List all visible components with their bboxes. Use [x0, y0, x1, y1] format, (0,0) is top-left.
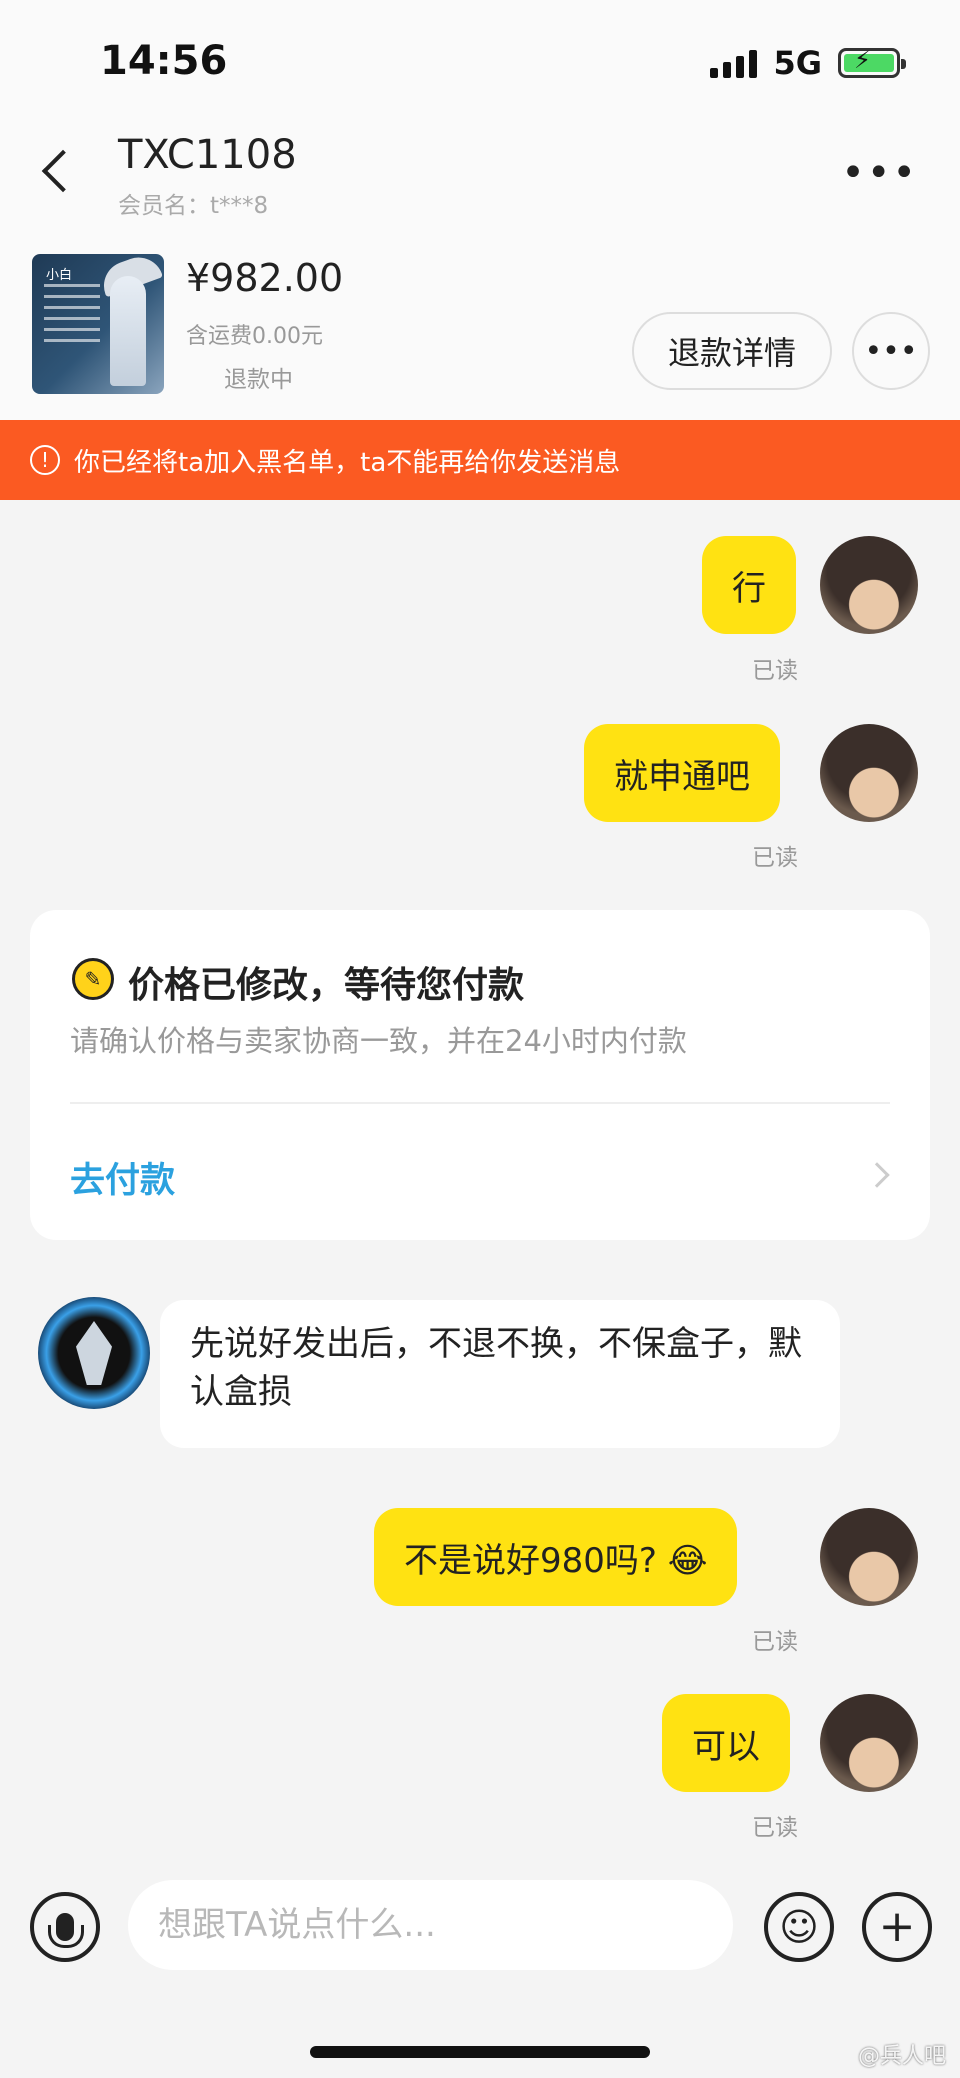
refund-details-button[interactable]: 退款详情 — [632, 312, 832, 390]
message-input[interactable] — [128, 1880, 733, 1970]
message-bubble-me[interactable]: 就申通吧 — [584, 724, 780, 822]
shipping-fee: 含运费0.00元 — [186, 324, 323, 349]
signal-icon — [710, 48, 758, 78]
price-changed-card: ✎ 价格已修改，等待您付款 请确认价格与卖家协商一致，并在24小时内付款 去付款 — [30, 910, 930, 1240]
message-bubble-me[interactable]: 不是说好980吗? 😂 — [374, 1508, 738, 1606]
read-receipt: 已读 — [752, 1629, 798, 1655]
status-indicators: 5G ⚡ — [710, 44, 906, 82]
chevron-right-icon[interactable] — [864, 1162, 890, 1188]
read-receipt: 已读 — [752, 845, 798, 871]
card-description: 请确认价格与卖家协商一致，并在24小时内付款 — [70, 1024, 687, 1058]
status-bar: 14:56 5G ⚡ — [0, 0, 960, 120]
status-time: 14:56 — [100, 38, 228, 84]
blacklist-banner: ! 你已经将ta加入黑名单，ta不能再给你发送消息 — [0, 420, 960, 500]
product-thumbnail[interactable]: 小白 — [32, 254, 164, 394]
banner-text: 你已经将ta加入黑名单，ta不能再给你发送消息 — [74, 447, 621, 478]
message-bubble-me[interactable]: 可以 — [662, 1694, 790, 1792]
avatar[interactable] — [820, 724, 918, 822]
read-receipt: 已读 — [752, 658, 798, 684]
member-name: 会员名：t***8 — [118, 193, 269, 219]
avatar[interactable] — [38, 1297, 150, 1409]
divider — [70, 1102, 890, 1104]
avatar[interactable] — [820, 1694, 918, 1792]
thumbnail-label: 小白 — [46, 268, 73, 283]
product-more-button[interactable]: ••• — [852, 312, 930, 390]
message-bubble-other[interactable]: 先说好发出后，不退不换，不保盒子，默认盒损 — [160, 1300, 840, 1448]
plus-icon[interactable]: + — [862, 1892, 932, 1962]
avatar[interactable] — [820, 536, 918, 634]
network-type: 5G — [773, 44, 822, 82]
warning-icon: ! — [30, 445, 60, 475]
pay-now-link[interactable]: 去付款 — [70, 1152, 175, 1203]
avatar[interactable] — [820, 1508, 918, 1606]
read-receipt: 已读 — [752, 1815, 798, 1841]
edit-icon: ✎ — [72, 958, 114, 1000]
input-bar: ☺ + @兵人吧 — [0, 1858, 960, 2078]
refund-status: 退款中 — [224, 367, 293, 393]
back-icon[interactable] — [34, 140, 84, 200]
home-indicator[interactable] — [310, 2046, 650, 2058]
product-summary: 小白 ¥982.00 含运费0.00元 退款中 退款详情 ••• — [0, 230, 960, 420]
chat-title: TXC1108 — [118, 132, 297, 178]
card-title: 价格已修改，等待您付款 — [128, 965, 525, 1006]
message-bubble-me[interactable]: 行 — [702, 536, 796, 634]
product-price: ¥982.00 — [186, 256, 344, 300]
battery-charging-icon: ⚡ — [838, 48, 906, 78]
microphone-icon[interactable] — [30, 1892, 100, 1962]
more-options-icon[interactable]: ••• — [841, 150, 918, 196]
chat-header: TXC1108 会员名：t***8 ••• — [0, 120, 960, 230]
watermark: @兵人吧 — [857, 2044, 946, 2069]
emoji-icon[interactable]: ☺ — [764, 1892, 834, 1962]
